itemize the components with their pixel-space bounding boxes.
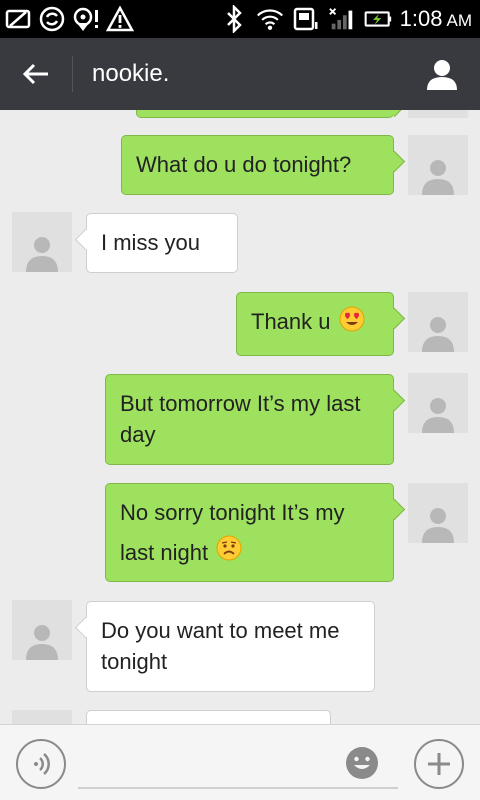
wifi-icon — [256, 5, 284, 33]
message-bubble-incoming[interactable]: Do you want to meet me tonight — [86, 601, 375, 692]
more-options-button[interactable] — [414, 739, 464, 789]
sad-emoji — [216, 534, 242, 574]
status-bar: 1:08 AM — [0, 0, 480, 38]
header-divider — [72, 56, 73, 92]
arrow-left-icon — [22, 63, 48, 85]
message-text: Do you want to meet me tonight — [101, 618, 340, 674]
person-icon — [422, 508, 454, 543]
message-bubble-outgoing[interactable]: What do u do tonight? — [121, 135, 394, 195]
person-icon — [422, 398, 454, 433]
person-icon — [26, 625, 58, 660]
chat-header: nookie. — [0, 38, 480, 110]
battery-charging-icon — [364, 5, 392, 33]
bluetooth-icon — [220, 5, 248, 33]
plus-icon — [428, 753, 450, 775]
my-avatar[interactable] — [408, 483, 468, 543]
contact-avatar[interactable] — [12, 600, 72, 660]
location-alert-icon — [72, 5, 100, 33]
storage-icon — [292, 5, 320, 33]
signal-icon — [328, 5, 356, 33]
screenshot-icon — [4, 5, 32, 33]
back-button[interactable] — [14, 54, 58, 94]
my-avatar[interactable] — [408, 373, 468, 433]
message-bubble-incoming[interactable]: I miss you — [86, 213, 238, 273]
warning-icon — [106, 5, 134, 33]
message-bubble-outgoing[interactable]: No sorry tonight It’s my last night — [105, 483, 394, 582]
my-avatar[interactable] — [408, 135, 468, 195]
clock: 1:08 AM — [399, 6, 472, 31]
person-icon — [422, 317, 454, 352]
my-avatar[interactable] — [408, 110, 468, 118]
my-avatar[interactable] — [408, 292, 468, 352]
person-icon — [26, 237, 58, 272]
contact-avatar[interactable] — [12, 212, 72, 272]
input-bar — [0, 724, 480, 800]
heart-eyes-emoji — [339, 306, 365, 340]
voice-input-button[interactable] — [16, 739, 66, 789]
message-bubble-outgoing[interactable]: But tomorrow It’s my last day — [105, 374, 394, 465]
message-bubble-partial[interactable] — [136, 110, 394, 118]
message-text: I miss you — [101, 230, 201, 255]
person-icon — [427, 60, 457, 90]
message-list[interactable]: What do u do tonight? I miss you Thank u… — [0, 110, 480, 724]
contact-avatar[interactable] — [12, 710, 72, 724]
sync-icon — [38, 5, 66, 33]
contact-profile-button[interactable] — [422, 54, 462, 94]
emoji-button[interactable] — [342, 743, 382, 783]
voice-icon — [34, 753, 50, 775]
smiley-icon — [346, 747, 378, 779]
message-bubble-partial[interactable] — [86, 710, 331, 724]
message-text: What do u do tonight? — [136, 152, 352, 177]
message-bubble-outgoing[interactable]: Thank u — [236, 292, 394, 356]
person-icon — [422, 160, 454, 195]
chat-title: nookie. — [92, 60, 170, 87]
message-text: But tomorrow It’s my last day — [120, 391, 361, 447]
message-text: Thank u — [251, 309, 331, 334]
